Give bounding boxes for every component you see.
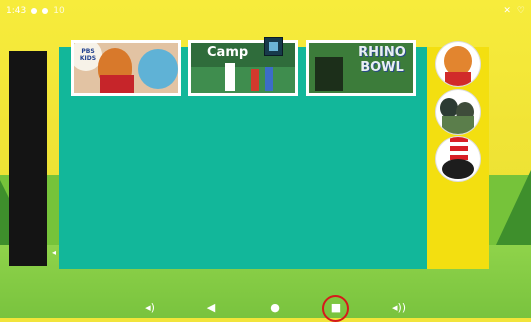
status-time: 1:43 — [6, 6, 27, 16]
character-image — [265, 67, 273, 91]
volume-down-icon[interactable]: ◂) — [142, 301, 158, 315]
shirts — [442, 116, 474, 134]
brother-one — [440, 98, 458, 118]
scroll-left-icon[interactable]: ◂ — [52, 248, 56, 257]
app-icon-inner — [269, 42, 278, 51]
character-image — [225, 63, 235, 91]
notification-icon — [42, 8, 49, 14]
character-image — [315, 57, 343, 91]
character-avatar-wild-kratts[interactable] — [436, 90, 480, 134]
sweater-image — [100, 75, 134, 93]
plate-image — [138, 49, 178, 89]
signal-icon: ✕ — [503, 6, 511, 16]
home-icon[interactable]: ● — [267, 301, 283, 315]
status-extra: 10 — [53, 6, 65, 16]
navigation-bar: ◂) ◀ ● ■ ◂)) — [0, 298, 531, 318]
app-icon[interactable] — [264, 37, 283, 56]
cat-face — [442, 159, 474, 179]
settings-icon — [31, 8, 38, 14]
tile-title: PBS KIDS — [79, 48, 97, 62]
status-bar: 1:43 10 ✕ ♡ — [0, 0, 531, 22]
tile-title: RHINO BOWL — [358, 45, 406, 75]
video-tile[interactable]: PBS KIDS — [71, 40, 181, 96]
volume-up-icon[interactable]: ◂)) — [391, 301, 407, 315]
character-avatar-cat-in-the-hat[interactable] — [436, 137, 480, 181]
character-image — [251, 69, 259, 91]
wifi-icon: ♡ — [516, 6, 525, 16]
side-panel-left[interactable] — [9, 51, 47, 266]
back-icon[interactable]: ◀ — [203, 301, 219, 315]
tile-title: Camp — [207, 45, 249, 60]
character-avatar-daniel-tiger[interactable] — [436, 42, 480, 86]
red-sweater — [445, 72, 471, 86]
video-tile[interactable]: RHINO BOWL — [306, 40, 416, 96]
